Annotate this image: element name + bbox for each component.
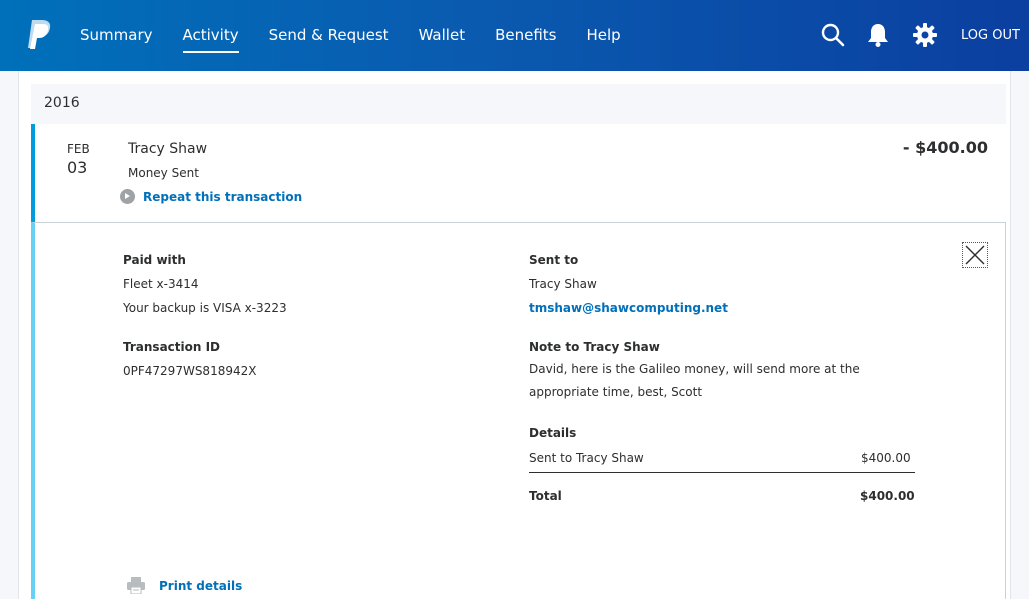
activity-page: 2016 FEB 03 Tracy Shaw Money Sent Repeat… (18, 71, 1011, 599)
sent-to-name: Tracy Shaw (529, 277, 597, 291)
close-icon (965, 245, 985, 265)
nav-activity[interactable]: Activity (182, 0, 239, 71)
close-details-button[interactable] (962, 242, 988, 268)
paypal-logo-icon[interactable] (26, 19, 52, 50)
transaction-month: FEB (67, 142, 90, 156)
total-label: Total (529, 489, 562, 503)
details-divider (529, 472, 915, 473)
transaction-recipient: Tracy Shaw (128, 141, 208, 157)
year-header: 2016 (31, 84, 1006, 124)
chevron-right-circle-icon (120, 189, 135, 204)
paid-with-heading: Paid with (123, 253, 186, 267)
line-item-label: Sent to Tracy Shaw (529, 451, 644, 465)
transaction-id-heading: Transaction ID (123, 340, 221, 354)
notification-bell-icon[interactable] (865, 22, 891, 48)
details-heading: Details (529, 426, 577, 440)
print-details-label: Print details (159, 578, 243, 593)
nav-benefits[interactable]: Benefits (495, 0, 556, 71)
backup-card-text: Your backup is VISA x-3223 (123, 301, 287, 315)
main-nav: Summary Activity Send & Request Wallet B… (80, 0, 651, 71)
logout-button[interactable]: LOG OUT (961, 0, 1020, 71)
note-heading: Note to Tracy Shaw (529, 340, 660, 354)
settings-gear-icon[interactable] (912, 22, 938, 48)
nav-wallet[interactable]: Wallet (419, 0, 466, 71)
line-item-amount: $400.00 (861, 451, 911, 465)
top-header: Summary Activity Send & Request Wallet B… (0, 0, 1029, 71)
print-details-link[interactable]: Print details (127, 577, 242, 594)
repeat-transaction-label: Repeat this transaction (143, 189, 303, 204)
transaction-details-panel: Paid with Fleet x-3414 Your backup is VI… (31, 222, 1006, 599)
transaction-row[interactable]: FEB 03 Tracy Shaw Money Sent Repeat this… (31, 124, 1006, 223)
sent-to-heading: Sent to (529, 253, 579, 267)
total-amount: $400.00 (860, 489, 915, 503)
note-text: David, here is the Galileo money, will s… (529, 362, 860, 399)
transaction-amount: - $400.00 (902, 138, 988, 157)
transaction-type: Money Sent (128, 166, 199, 180)
transaction-day: 03 (67, 158, 88, 177)
paid-with-card: Fleet x-3414 (123, 277, 199, 291)
nav-summary[interactable]: Summary (80, 0, 153, 71)
transaction-id-value: 0PF47297WS818942X (123, 364, 257, 378)
printer-icon (127, 577, 145, 594)
sent-to-email-link[interactable]: tmshaw@shawcomputing.net (529, 301, 728, 315)
nav-help[interactable]: Help (586, 0, 620, 71)
year-label: 2016 (44, 95, 80, 111)
repeat-transaction-link[interactable]: Repeat this transaction (120, 189, 302, 204)
nav-send-request[interactable]: Send & Request (269, 0, 389, 71)
search-icon[interactable] (820, 22, 846, 48)
